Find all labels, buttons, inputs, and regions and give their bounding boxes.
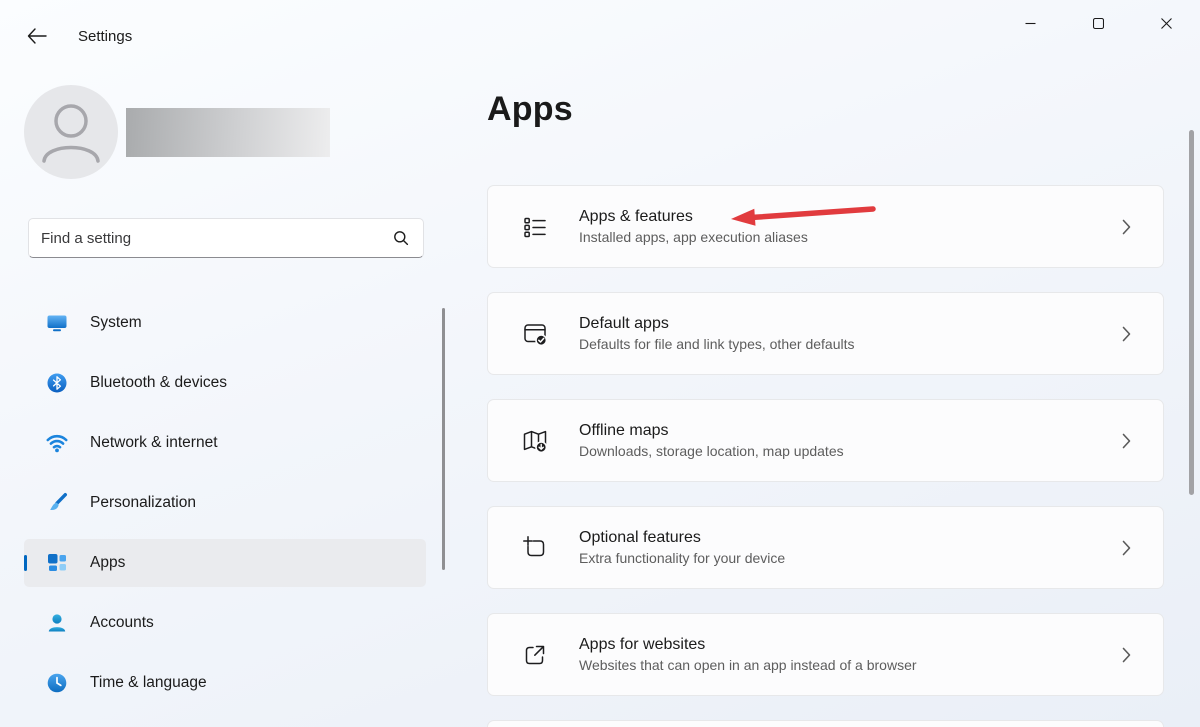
bluetooth-icon xyxy=(46,372,68,394)
chevron-right-icon xyxy=(1122,540,1131,556)
sidebar-item-label: Bluetooth & devices xyxy=(90,374,227,392)
chevron-right-icon xyxy=(1122,647,1131,663)
person-icon xyxy=(24,85,118,179)
profile-section[interactable] xyxy=(0,50,456,180)
card-title: Default apps xyxy=(579,315,1122,333)
card-default-apps[interactable]: Default apps Defaults for file and link … xyxy=(487,292,1164,375)
sidebar-item-label: Apps xyxy=(90,554,125,572)
maximize-button[interactable] xyxy=(1064,0,1132,47)
chevron-right-icon xyxy=(1122,219,1131,235)
card-title: Optional features xyxy=(579,529,1122,547)
selected-accent-pill xyxy=(24,555,27,571)
close-icon xyxy=(1161,18,1172,29)
card-text: Default apps Defaults for file and link … xyxy=(579,315,1122,352)
accounts-icon xyxy=(46,612,68,634)
apps-icon xyxy=(46,552,68,574)
chevron-right-icon xyxy=(1122,326,1131,342)
sidebar-item-personalization[interactable]: Personalization xyxy=(24,479,426,527)
offline-maps-icon xyxy=(521,427,549,455)
card-text: Offline maps Downloads, storage location… xyxy=(579,422,1122,459)
network-icon xyxy=(46,432,68,454)
sidebar-nav: System Bluetooth & devices xyxy=(24,299,426,719)
page-title: Apps xyxy=(487,90,573,129)
sidebar: System Bluetooth & devices xyxy=(0,50,456,727)
main-content: Apps Apps & features Installed apps, app… xyxy=(487,50,1200,727)
sidebar-item-system[interactable]: System xyxy=(24,299,426,347)
close-button[interactable] xyxy=(1132,0,1200,47)
minimize-icon xyxy=(1025,18,1036,29)
username-redacted xyxy=(126,108,330,157)
personalization-icon xyxy=(46,492,68,514)
back-button[interactable] xyxy=(17,19,57,53)
sidebar-item-network-internet[interactable]: Network & internet xyxy=(24,419,426,467)
sidebar-item-label: Time & language xyxy=(90,674,207,692)
sidebar-item-label: System xyxy=(90,314,142,332)
card-subtitle: Defaults for file and link types, other … xyxy=(579,336,1122,352)
window-controls xyxy=(996,0,1200,47)
card-offline-maps[interactable]: Offline maps Downloads, storage location… xyxy=(487,399,1164,482)
card-apps-for-websites[interactable]: Apps for websites Websites that can open… xyxy=(487,613,1164,696)
card-subtitle: Websites that can open in an app instead… xyxy=(579,657,1122,673)
sidebar-item-apps[interactable]: Apps xyxy=(24,539,426,587)
titlebar-title: Settings xyxy=(78,28,132,45)
apps-for-websites-icon xyxy=(521,641,549,669)
sidebar-item-label: Accounts xyxy=(90,614,154,632)
search-input[interactable] xyxy=(29,219,393,257)
card-title: Apps for websites xyxy=(579,636,1122,654)
card-text: Apps & features Installed apps, app exec… xyxy=(579,208,1122,245)
titlebar: Settings xyxy=(0,0,1200,50)
main-scrollbar[interactable] xyxy=(1189,130,1194,495)
card-subtitle: Installed apps, app execution aliases xyxy=(579,229,1122,245)
back-icon xyxy=(27,28,47,44)
settings-card-partial[interactable] xyxy=(487,720,1164,727)
apps-features-icon xyxy=(521,213,549,241)
card-apps-features[interactable]: Apps & features Installed apps, app exec… xyxy=(487,185,1164,268)
card-optional-features[interactable]: Optional features Extra functionality fo… xyxy=(487,506,1164,589)
search-icon xyxy=(393,230,409,246)
default-apps-icon xyxy=(521,320,549,348)
time-language-icon xyxy=(46,672,68,694)
card-subtitle: Downloads, storage location, map updates xyxy=(579,443,1122,459)
settings-cards: Apps & features Installed apps, app exec… xyxy=(487,185,1164,727)
card-subtitle: Extra functionality for your device xyxy=(579,550,1122,566)
card-text: Apps for websites Websites that can open… xyxy=(579,636,1122,673)
avatar xyxy=(24,85,118,179)
card-title: Offline maps xyxy=(579,422,1122,440)
system-icon xyxy=(46,312,68,334)
sidebar-item-accounts[interactable]: Accounts xyxy=(24,599,426,647)
minimize-button[interactable] xyxy=(996,0,1064,47)
sidebar-item-bluetooth-devices[interactable]: Bluetooth & devices xyxy=(24,359,426,407)
chevron-right-icon xyxy=(1122,433,1131,449)
sidebar-item-time-language[interactable]: Time & language xyxy=(24,659,426,707)
sidebar-scrollbar[interactable] xyxy=(442,308,445,570)
optional-features-icon xyxy=(521,534,549,562)
sidebar-item-label: Network & internet xyxy=(90,434,218,452)
maximize-icon xyxy=(1093,18,1104,29)
search-box xyxy=(28,218,424,258)
sidebar-item-label: Personalization xyxy=(90,494,196,512)
card-title: Apps & features xyxy=(579,208,1122,226)
card-text: Optional features Extra functionality fo… xyxy=(579,529,1122,566)
